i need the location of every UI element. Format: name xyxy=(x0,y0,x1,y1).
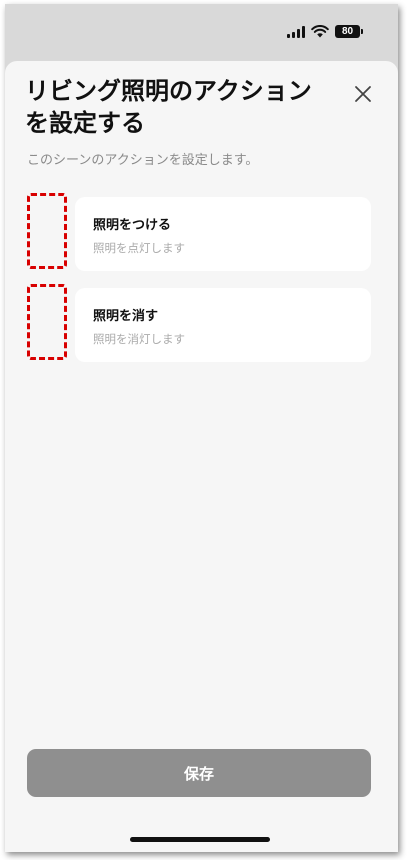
phone-frame: 80 リビング照明のアクション を設定する このシーンのアクションを設定します。… xyxy=(5,4,398,852)
save-button[interactable]: 保存 xyxy=(27,749,371,797)
action-title: 照明をつける xyxy=(93,218,172,233)
sheet-title: リビング照明のアクション を設定する xyxy=(25,75,325,139)
action-icon-placeholder xyxy=(27,193,67,269)
status-bar: 80 xyxy=(5,4,398,60)
home-indicator xyxy=(130,837,270,842)
sheet-title-line2: を設定する xyxy=(25,109,145,137)
action-card-turn-off[interactable]: 照明を消す 照明を消灯します xyxy=(75,288,371,362)
wifi-icon xyxy=(311,25,329,38)
status-icons: 80 xyxy=(287,25,363,38)
action-title: 照明を消す xyxy=(93,309,159,324)
action-icon-placeholder xyxy=(27,284,67,360)
sheet-title-line1: リビング照明のアクション xyxy=(25,77,312,105)
battery-icon: 80 xyxy=(335,25,363,38)
action-row-turn-on: 照明をつける 照明を点灯します xyxy=(25,193,371,271)
action-description: 照明を点灯します xyxy=(93,241,185,255)
action-card-turn-on[interactable]: 照明をつける 照明を点灯します xyxy=(75,197,371,271)
action-row-turn-off: 照明を消す 照明を消灯します xyxy=(25,284,371,362)
sheet-subtitle: このシーンのアクションを設定します。 xyxy=(27,153,259,168)
close-icon[interactable] xyxy=(352,83,374,105)
signal-icon xyxy=(287,25,305,38)
action-description: 照明を消灯します xyxy=(93,332,185,346)
action-settings-sheet: リビング照明のアクション を設定する このシーンのアクションを設定します。 照明… xyxy=(5,61,398,852)
